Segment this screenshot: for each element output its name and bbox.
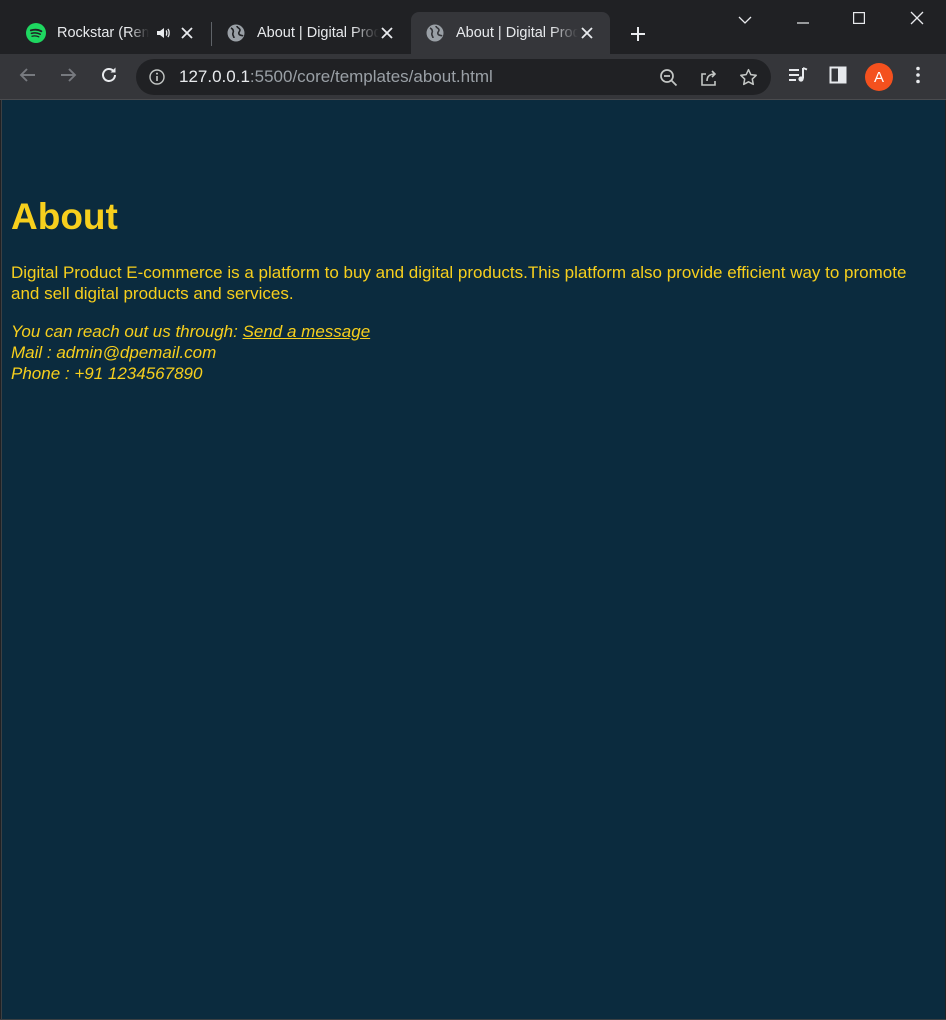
side-panel-button[interactable] <box>822 61 854 93</box>
url-path: :5500/core/templates/about.html <box>249 67 493 86</box>
tab-title: About | Digital Product <box>456 25 578 41</box>
close-tab-icon[interactable] <box>378 24 396 42</box>
forward-button[interactable] <box>52 61 84 93</box>
info-icon[interactable] <box>148 68 166 86</box>
close-tab-icon[interactable] <box>578 24 596 42</box>
page-title: About <box>11 196 118 237</box>
send-message-link[interactable]: Send a message <box>243 322 371 341</box>
tab-search-button[interactable] <box>722 0 768 40</box>
side-panel-icon <box>829 66 847 89</box>
share-icon[interactable] <box>698 67 718 87</box>
page-viewport: About Digital Product E-commerce is a pl… <box>1 100 945 1019</box>
chevron-down-icon <box>738 11 752 29</box>
tab-title: About | Digital Product <box>257 25 379 41</box>
url-host: 127.0.0.1 <box>179 67 250 86</box>
phone-line: Phone : +91 1234567890 <box>11 364 203 383</box>
menu-button[interactable] <box>902 61 934 93</box>
close-tab-icon[interactable] <box>178 24 196 42</box>
tab-about-1[interactable]: About | Digital Product <box>212 12 410 54</box>
zoom-icon[interactable] <box>658 67 678 87</box>
spotify-icon <box>26 23 46 43</box>
tab-title: Rockstar (Remix) <box>57 25 149 41</box>
arrow-right-icon <box>59 66 77 89</box>
tab-spotify[interactable]: Rockstar (Remix) <box>12 12 210 54</box>
reload-icon <box>100 66 118 89</box>
speaker-icon[interactable] <box>154 24 172 42</box>
url-text: 127.0.0.1:5500/core/templates/about.html <box>179 67 493 87</box>
mail-line: Mail : admin@dpemail.com <box>11 343 217 362</box>
media-queue-icon <box>788 66 808 89</box>
profile-avatar[interactable]: A <box>865 63 893 91</box>
reach-out-text: You can reach out us through: <box>11 322 243 341</box>
reach-out-line: You can reach out us through: Send a mes… <box>11 321 370 342</box>
close-window-button[interactable] <box>894 0 940 40</box>
about-description: Digital Product E-commerce is a platform… <box>11 263 907 303</box>
tab-about-active[interactable]: About | Digital Product <box>411 12 610 54</box>
reload-button[interactable] <box>93 61 125 93</box>
close-icon <box>910 11 924 30</box>
bookmark-star-icon[interactable] <box>738 67 758 87</box>
back-button[interactable] <box>12 61 44 93</box>
contact-info: You can reach out us through: Send a mes… <box>11 321 370 384</box>
address-bar[interactable]: 127.0.0.1:5500/core/templates/about.html <box>136 59 771 95</box>
browser-toolbar: 127.0.0.1:5500/core/templates/about.html <box>0 54 946 100</box>
minimize-button[interactable] <box>780 0 826 40</box>
arrow-left-icon <box>19 66 37 89</box>
kebab-menu-icon <box>916 66 920 89</box>
minimize-icon <box>797 11 809 29</box>
maximize-icon <box>853 11 866 29</box>
maximize-button[interactable] <box>836 0 882 40</box>
media-controls-button[interactable] <box>782 61 814 93</box>
tab-strip: Rockstar (Remix) About | Digital Product <box>0 0 946 54</box>
globe-icon <box>425 23 445 43</box>
new-tab-button[interactable] <box>624 20 652 48</box>
globe-icon <box>226 23 246 43</box>
